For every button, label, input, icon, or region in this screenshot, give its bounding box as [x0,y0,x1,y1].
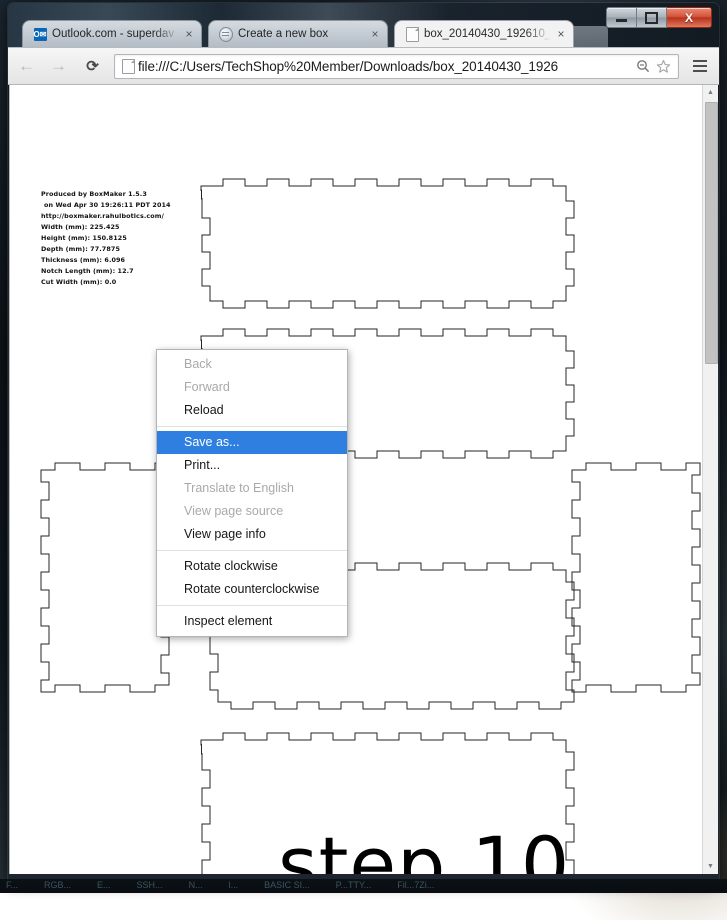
back-arrow-icon: ← [18,56,35,75]
context-menu-item-rotate-clockwise[interactable]: Rotate clockwise [157,555,347,578]
context-menu-item-view-page-source[interactable]: View page source [157,500,347,523]
taskbar-item[interactable]: RGB... [44,880,71,890]
browser-window: X O✉ Outlook.com - superdav × Create a n… [8,3,719,882]
context-menu: Back Forward Reload Save as... Print... … [156,349,348,637]
taskbar-item[interactable]: l... [229,880,239,890]
scrollbar-thumb[interactable] [705,102,718,364]
pdf-page-content: Produced by BoxMaker 1.5.3 on Wed Apr 30… [10,85,704,874]
taskbar-item[interactable]: Fil...7Zi... [397,880,434,890]
tab-create-a-new-box[interactable]: Create a new box × [208,20,388,47]
scroll-down-arrow-icon[interactable]: ▼ [703,859,718,874]
reload-button[interactable]: ⟳ [79,53,106,80]
context-menu-item-back[interactable]: Back [157,353,347,376]
close-icon: X [684,10,693,25]
desktop-background: X O✉ Outlook.com - superdav × Create a n… [0,0,727,920]
box-panel-top [200,178,575,309]
address-bar-url[interactable]: file:///C:/Users/TechShop%20Member/Downl… [138,59,633,74]
window-controls: X [606,7,712,28]
tab-title: box_20140430_192610_34 [424,28,551,40]
context-menu-item-save-as[interactable]: Save as... [157,431,347,454]
page-scrollbar[interactable]: ▲ ▼ [702,85,718,874]
tab-title: Create a new box [238,28,329,40]
box-panel-right-side [571,462,701,693]
taskbar-item[interactable]: P...TTY... [336,880,372,890]
address-bar[interactable]: file:///C:/Users/TechShop%20Member/Downl… [114,53,679,79]
back-button[interactable]: ← [13,53,40,80]
context-menu-item-reload[interactable]: Reload [157,399,347,422]
reload-icon: ⟳ [86,58,99,75]
tab-title: Outlook.com - superdav [52,28,175,40]
taskbar-item[interactable]: SSH... [137,880,163,890]
context-menu-separator [157,426,347,427]
context-menu-item-print[interactable]: Print... [157,454,347,477]
browser-toolbar: ← → ⟳ file:///C:/Users/TechShop%20Member… [8,47,719,85]
forward-button[interactable]: → [45,53,72,80]
context-menu-item-rotate-counterclockwise[interactable]: Rotate counterclockwise [157,578,347,601]
context-menu-item-view-page-info[interactable]: View page info [157,523,347,546]
page-document-icon [122,58,135,74]
box-panel-left-side [40,462,170,693]
taskbar-item[interactable]: BASIC SI... [264,880,310,890]
tab-close-icon[interactable]: × [183,28,195,40]
zoom-out-icon[interactable] [636,59,650,73]
minimize-icon [616,19,627,22]
tab-box-file[interactable]: box_20140430_192610_34 × [394,20,574,47]
forward-arrow-icon: → [50,56,67,75]
box-panel-drawing [40,178,701,874]
close-window-button[interactable]: X [667,7,712,28]
tab-outlook[interactable]: O✉ Outlook.com - superdav × [22,20,202,47]
maximize-icon [645,11,658,24]
boxmaker-icon [219,26,233,42]
tab-close-icon[interactable]: × [555,28,567,40]
scroll-up-arrow-icon[interactable]: ▲ [703,85,718,100]
context-menu-separator [157,550,347,551]
maximize-button[interactable] [637,7,667,28]
step-label: step 10 [278,820,571,875]
windows-taskbar: F... RGB... E... SSH... N... l... BASIC … [0,879,727,893]
taskbar-item[interactable]: N... [189,880,203,890]
context-menu-item-inspect-element[interactable]: Inspect element [157,610,347,633]
context-menu-item-translate[interactable]: Translate to English [157,477,347,500]
minimize-button[interactable] [606,7,637,28]
star-icon[interactable] [656,59,671,74]
page-viewport: Produced by BoxMaker 1.5.3 on Wed Apr 30… [9,85,718,874]
taskbar-items: F... RGB... E... SSH... N... l... BASIC … [0,880,434,890]
document-icon [405,26,419,42]
taskbar-item[interactable]: E... [97,880,111,890]
hamburger-menu-icon[interactable] [687,53,713,79]
tab-close-icon[interactable]: × [369,28,381,40]
context-menu-item-forward[interactable]: Forward [157,376,347,399]
context-menu-separator [157,605,347,606]
taskbar-item[interactable]: F... [6,880,18,890]
outlook-icon: O✉ [33,27,47,41]
